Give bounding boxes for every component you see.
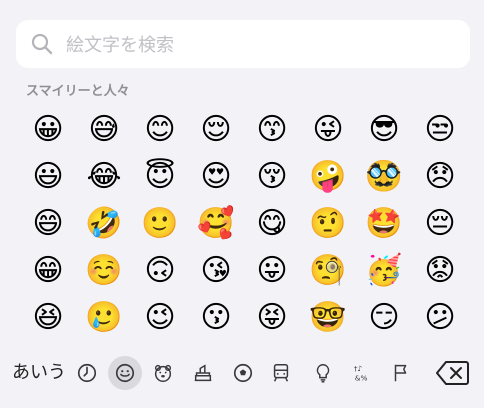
emoji-key[interactable]: 😇 (132, 153, 188, 200)
emoji-key[interactable]: 😄 (20, 200, 76, 247)
emoji-key[interactable]: 😏 (356, 294, 412, 341)
section-title: スマイリーと人々 (26, 84, 130, 99)
emoji-key[interactable]: 😉 (132, 294, 188, 341)
svg-text:&%: &% (355, 373, 368, 382)
emoji-key[interactable]: 😂 (76, 153, 132, 200)
emoji-key[interactable]: 😗 (188, 294, 244, 341)
emoji-key[interactable]: 😎 (356, 106, 412, 153)
keyboard-switch-button[interactable]: あいう (12, 358, 66, 388)
symbols-category-icon[interactable]: †♪ &% (346, 356, 380, 390)
emoji-key[interactable]: 😞 (412, 153, 468, 200)
emoji-key[interactable]: 🧐 (300, 247, 356, 294)
emoji-key[interactable]: 😁 (20, 247, 76, 294)
emoji-key[interactable]: 😅 (76, 106, 132, 153)
emoji-key[interactable]: 🤓 (300, 294, 356, 341)
emoji-key[interactable]: 😙 (244, 106, 300, 153)
emoji-key[interactable]: 😀 (20, 106, 76, 153)
emoji-key[interactable]: 😛 (244, 247, 300, 294)
emoji-key[interactable]: 😆 (20, 294, 76, 341)
search-placeholder: 絵文字を検索 (66, 35, 174, 56)
emoji-key[interactable]: 🤨 (300, 200, 356, 247)
recent-category-icon[interactable] (70, 356, 104, 390)
svg-text:†♪: †♪ (354, 364, 362, 373)
animals-category-icon[interactable] (146, 356, 180, 390)
emoji-search-field[interactable]: 絵文字を検索 (16, 20, 470, 68)
emoji-key[interactable]: 🥰 (188, 200, 244, 247)
emoji-key[interactable]: 🥸 (356, 153, 412, 200)
flags-category-icon[interactable] (384, 356, 418, 390)
emoji-key[interactable]: 😃 (20, 153, 76, 200)
delete-icon[interactable] (436, 360, 470, 386)
activity-category-icon[interactable] (226, 356, 260, 390)
emoji-key[interactable]: 🤣 (76, 200, 132, 247)
emoji-key[interactable]: 😝 (244, 294, 300, 341)
emoji-key[interactable]: 😊 (132, 106, 188, 153)
emoji-grid: 😀 😅 😊 😌 😙 😜 😎 😒 😃 😂 😇 😍 😚 🤪 🥸 😞 😄 🤣 🙂 🥰 😋 🤨 🤩 😔 😁 ☺️ 🙃 😘 😛 🧐 🥳 😟 😆 🥲 😉 😗 😝 🤓 😏… (20, 106, 468, 342)
travel-category-icon[interactable] (264, 356, 298, 390)
emoji-key[interactable]: 🤪 (300, 153, 356, 200)
objects-category-icon[interactable] (306, 356, 340, 390)
emoji-key[interactable]: 😚 (244, 153, 300, 200)
emoji-key[interactable]: 😌 (188, 106, 244, 153)
emoji-key[interactable]: 🤩 (356, 200, 412, 247)
emoji-key[interactable]: 😋 (244, 200, 300, 247)
emoji-key[interactable]: 🥲 (76, 294, 132, 341)
emoji-key[interactable]: 😕 (412, 294, 468, 341)
emoji-key[interactable]: 😘 (188, 247, 244, 294)
emoji-key[interactable]: 😒 (412, 106, 468, 153)
emoji-key[interactable]: ☺️ (76, 247, 132, 294)
emoji-key[interactable]: 😍 (188, 153, 244, 200)
emoji-key[interactable]: 😜 (300, 106, 356, 153)
search-icon (31, 33, 53, 55)
emoji-key[interactable]: 🙂 (132, 200, 188, 247)
emoji-key[interactable]: 🥳 (356, 247, 412, 294)
food-category-icon[interactable] (186, 356, 220, 390)
emoji-key[interactable]: 😟 (412, 247, 468, 294)
smileys-category-icon[interactable] (108, 356, 142, 390)
emoji-key[interactable]: 😔 (412, 200, 468, 247)
emoji-keyboard-toolbar: あいう †♪ &% (0, 348, 484, 404)
emoji-key[interactable]: 🙃 (132, 247, 188, 294)
